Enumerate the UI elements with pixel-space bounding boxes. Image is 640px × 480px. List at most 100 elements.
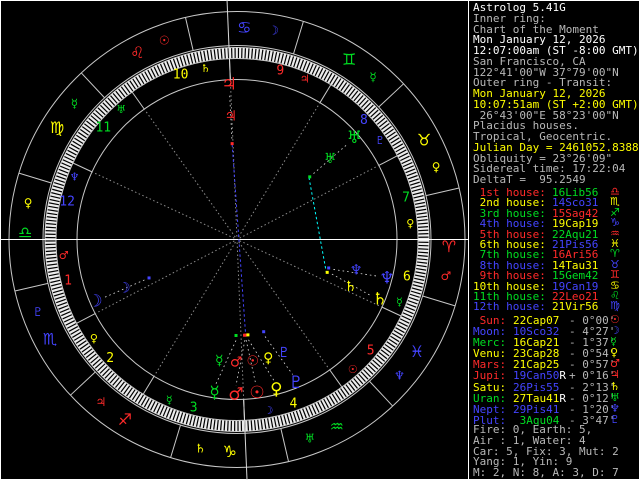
planet-row-♂: Mars: 21Cap25- 0°57' ♂	[473, 357, 620, 371]
planet-glyph-outer-pluto: ♇	[288, 373, 303, 393]
sign-ruler-icon-pisces: ♆	[394, 369, 405, 383]
house-number-12: 12	[59, 194, 75, 209]
sign-boundary-spoke	[378, 83, 404, 108]
planet-glyph-outer-mars: ♂	[228, 384, 243, 404]
planet-marker-uranus	[308, 175, 312, 179]
house-cusp-line-2	[94, 240, 235, 315]
sign-ruler-icon-sagittarius: ♃	[96, 395, 107, 409]
planet-row-♀: Venu: 23Cap28- 0°54' ♀	[473, 346, 618, 360]
house-ruler-icon-1: ♂	[59, 249, 69, 262]
planet-glyph-inner-saturn: ♄	[344, 279, 357, 295]
planet-table: Sun: 22Cap07- 0°00' ☉ Moon: 10Sco32- 4°27' ☽ M…	[473, 313, 620, 427]
house-label: 12th house:	[473, 300, 546, 314]
zodiac-glyph-leo: ♌	[130, 43, 144, 62]
house-ruler-icon-8: ♇	[375, 134, 385, 147]
sign-ruler-icon-taurus: ♀	[432, 160, 441, 174]
zodiac-glyph-sagittarius: ♐	[118, 410, 132, 429]
stats-line-4: M: 2, N: 8, A: 3, D: 7	[473, 466, 619, 479]
chart-wheel: ♈ ♂ ♉ ♀ ♊ ☿ ♋ ☽ ♌ ☉ ♍ ☿ ♎ ♀ ♏ ♇ ♐ ♃ ♑ ♄ ♒ ♅ ♓ ♆ 1 ♂ 2 ♀ 3 ☿ 4 ☽ 5 ☉ 6 ☿ 7 ♀ 8 ♇…	[0, 0, 468, 480]
planet-glyph-outer-uranus: ♅	[347, 128, 362, 148]
sign-ruler-icon-capricorn: ♄	[195, 441, 206, 455]
planet-glyph-outer-mercury: ☿	[209, 383, 219, 403]
house-ruler-icon-6: ☿	[396, 295, 403, 308]
zodiac-glyph-pisces: ♓	[410, 342, 424, 361]
sign-boundary-spoke	[425, 187, 460, 197]
house-ruler-icon-7: ♀	[406, 217, 414, 230]
house-number-9: 9	[276, 63, 284, 78]
sign-boundary-spoke	[422, 295, 456, 307]
planet-marker-neptune	[327, 266, 331, 270]
house-band-spoke-2	[76, 313, 96, 324]
planet-glyph-inner-mercury: ☿	[215, 353, 224, 369]
sign-boundary-spoke	[70, 371, 96, 396]
planet-row-♅: Uran: 27Tau41R - 0°12' ♅	[473, 391, 620, 405]
planet-glyph-outer-moon: ☽	[87, 292, 102, 312]
zodiac-glyph-gemini: ♊	[342, 50, 356, 69]
house-row-5: 5th house: 22Aqu21 ♒	[473, 227, 620, 241]
planet-marker-mars	[243, 333, 247, 337]
house-band-spoke-8	[378, 155, 398, 166]
house-ruler-icon-12: ♆	[70, 171, 80, 184]
planet-glyph-inner-sun: ☉	[247, 353, 260, 369]
planet-row-☿: Merc: 16Cap21- 1°37' ☿	[473, 335, 617, 349]
sign-boundary-spoke	[293, 21, 304, 55]
planet-row-♃: Jupi: 19Can50R + 0°16' ♃	[473, 368, 620, 382]
planet-marker-venus	[246, 333, 250, 337]
house-band-spoke-11	[131, 91, 145, 110]
sign-boundary-spoke	[14, 282, 49, 292]
planet-glyph-inner-venus: ♀	[263, 350, 273, 366]
house-cusp-line-9	[238, 102, 321, 238]
sign-ruler-icon-cancer: ☽	[268, 24, 279, 38]
zodiac-glyph-cancer: ♋	[237, 18, 251, 37]
planet-marker-moon	[147, 276, 151, 280]
sign-ruler-icon-gemini: ☿	[369, 70, 376, 84]
house-row-4: 4th house: 19Cap19 ♑	[473, 216, 620, 230]
planet-glyph-inner-jupiter: ♃	[224, 109, 237, 125]
planet-icon: ♇	[610, 412, 620, 426]
aspect-line-uranus-saturn	[308, 177, 327, 273]
house-row-11: 11th house: 22Leo21 ♌	[473, 289, 620, 303]
house-row-9: 9th house: 15Gem42 ♊	[473, 268, 620, 282]
house-cusp-value: 21Vir56	[552, 300, 599, 314]
planet-marker-pluto	[262, 330, 266, 334]
planet-marker-mercury	[234, 333, 238, 337]
house-number-4: 4	[289, 397, 297, 412]
house-number-2: 2	[106, 351, 114, 366]
house-number-11: 11	[95, 121, 111, 136]
house-cusp-line-12	[91, 171, 235, 239]
planet-glyph-outer-sun: ☉	[249, 383, 264, 403]
zodiac-glyph-taurus: ♉	[417, 130, 431, 149]
house-ruler-icon-9: ♃	[300, 73, 310, 86]
sign-ruler-icon-aries: ♂	[440, 269, 451, 283]
sign-boundary-spoke	[170, 424, 181, 458]
sign-ruler-icon-scorpio: ♇	[32, 305, 43, 319]
house-ruler-icon-10: ♄	[201, 62, 211, 75]
planet-glyph-inner-neptune: ♆	[350, 263, 363, 279]
house-row-7: 7th house: 16Ari56 ♈	[473, 247, 620, 261]
sign-boundary-spoke	[18, 172, 52, 184]
sign-boundary-spoke	[184, 17, 194, 51]
zodiac-glyph-aquarius: ♒	[330, 417, 344, 436]
planet-glyph-outer-venus: ♀	[270, 379, 282, 399]
planet-marker-saturn	[325, 270, 329, 274]
zodiac-sign-icon: ♍	[610, 299, 620, 313]
sign-ruler-icon-aquarius: ♅	[304, 432, 315, 446]
sign-ruler-icon-virgo: ☿	[71, 96, 78, 110]
house-row-10: 10th house: 19Can19 ♋	[473, 279, 620, 293]
planet-glyph-inner-uranus: ♅	[324, 151, 337, 167]
chart-info-block: Astrolog 5.41G Inner ring: Chart of the Mo…	[473, 2, 639, 186]
element-stats-block: Fire: 0, Earth: 5, Air : 1, Water: 4 Car: …	[473, 424, 619, 479]
planet-glyph-inner-moon: ☽	[118, 281, 131, 297]
house-row-8: 8th house: 14Tau31 ♉	[473, 258, 620, 272]
planet-row-☽: Moon: 10Sco32- 4°27' ☽	[473, 324, 620, 338]
house-number-1: 1	[64, 273, 72, 288]
astrolog-window: ♈ ♂ ♉ ♀ ♊ ☿ ♋ ☽ ♌ ☉ ♍ ☿ ♎ ♀ ♏ ♇ ♐ ♃ ♑ ♄ ♒ ♅ ♓ ♆ 1 ♂ 2 ♀ 3 ☿ 4 ☽ 5 ☉ 6 ☿ 7 ♀ 8 ♇…	[0, 0, 640, 480]
zodiac-glyph-libra: ♎	[18, 223, 32, 242]
planet-row-☉: Sun: 22Cap07- 0°00' ☉	[473, 313, 620, 327]
house-band-spoke-3	[142, 376, 155, 395]
house-band-spoke-9	[319, 84, 332, 103]
planet-glyph-inner-pluto: ♇	[278, 345, 291, 361]
planet-row-♆: Nept: 29Pis41- 1°20' ♆	[473, 402, 620, 416]
zodiac-glyph-scorpio: ♏	[43, 330, 57, 349]
house-band-spoke-5	[329, 369, 343, 388]
